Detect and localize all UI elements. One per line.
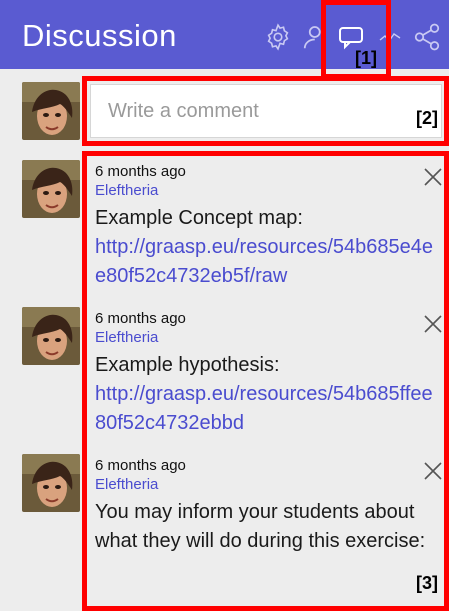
annotation-box-2 bbox=[82, 76, 449, 146]
avatar bbox=[22, 82, 80, 140]
avatar bbox=[22, 307, 80, 365]
share-icon[interactable] bbox=[412, 22, 442, 52]
avatar bbox=[22, 454, 80, 512]
avatar bbox=[22, 160, 80, 218]
gear-icon[interactable] bbox=[263, 22, 293, 52]
page-title: Discussion bbox=[22, 18, 177, 53]
annotation-box-3 bbox=[82, 151, 449, 611]
annotation-label-2: [2] bbox=[416, 108, 438, 128]
annotation-label-3: [3] bbox=[416, 573, 438, 593]
annotation-label-1: [1] bbox=[355, 48, 377, 68]
